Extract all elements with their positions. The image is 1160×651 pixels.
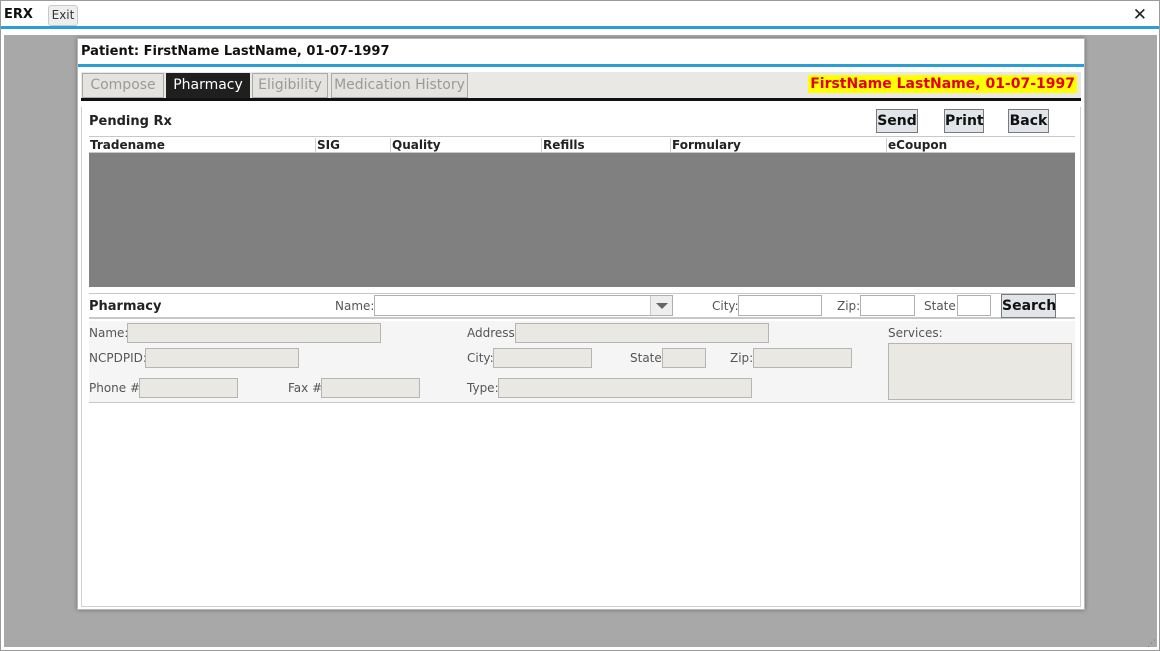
detail-address-label: Address:: [467, 326, 519, 340]
column-header-formulary[interactable]: Formulary: [670, 138, 886, 153]
chevron-down-icon[interactable]: [650, 296, 672, 315]
detail-phone-label: Phone #:: [89, 381, 145, 395]
pharmacy-search-bar: Pharmacy Name: City: Zip: State: Search: [89, 293, 1075, 319]
search-button[interactable]: Search: [1001, 294, 1056, 318]
detail-type-field: [498, 378, 752, 398]
pharmacy-name-label: Name:: [335, 299, 375, 313]
detail-zip-label: Zip:: [730, 351, 754, 365]
print-button[interactable]: Print: [944, 109, 984, 133]
pending-rx-grid-header: Tradename SIG Quality Refills Formulary …: [89, 136, 1075, 153]
detail-ncpdpid-label: NCPDPID:: [89, 351, 147, 365]
erx-window: ERX Exit ✕ ⋰ Patient: FirstName LastName…: [0, 0, 1160, 651]
pending-rx-grid-body[interactable]: [89, 153, 1075, 287]
zip-search-label: Zip:: [837, 299, 861, 313]
pharmacy-section-title: Pharmacy: [89, 299, 162, 314]
detail-address-field: [515, 323, 769, 343]
app-title: ERX: [4, 7, 33, 22]
detail-type-label: Type:: [467, 381, 499, 395]
detail-city-label: City:: [467, 351, 494, 365]
tab-pharmacy[interactable]: Pharmacy: [166, 73, 250, 98]
city-search-label: City:: [712, 299, 739, 313]
column-header-tradename[interactable]: Tradename: [89, 138, 315, 153]
pharmacy-details: Name: Address: Services: NCPDPID: City: …: [89, 321, 1075, 403]
send-button[interactable]: Send: [876, 109, 918, 133]
detail-city-field: [493, 348, 592, 368]
column-header-sig[interactable]: SIG: [315, 138, 390, 153]
title-bar: ERX Exit ✕: [1, 1, 1159, 29]
tab-medication-history[interactable]: Medication History: [331, 73, 468, 98]
detail-state-label: State:: [630, 351, 666, 365]
state-search-input[interactable]: [957, 295, 991, 316]
state-search-label: State:: [924, 299, 960, 313]
detail-zip-field: [753, 348, 852, 368]
detail-phone-field: [139, 378, 238, 398]
detail-state-field: [662, 348, 706, 368]
back-button[interactable]: Back: [1008, 109, 1049, 133]
detail-ncpdpid-field: [145, 348, 299, 368]
detail-services-label: Services:: [888, 326, 943, 340]
patient-header-text: Patient: FirstName LastName, 01-07-1997: [81, 44, 390, 59]
exit-button[interactable]: Exit: [48, 5, 78, 26]
close-icon[interactable]: ✕: [1133, 5, 1147, 25]
pharmacy-tab-content: Pending Rx Send Print Back Tradename SIG…: [81, 107, 1081, 607]
detail-name-field: [127, 323, 381, 343]
detail-services-field: [888, 343, 1072, 400]
zip-search-input[interactable]: [860, 295, 915, 316]
tab-eligibility[interactable]: Eligibility: [252, 73, 328, 98]
detail-fax-field: [321, 378, 420, 398]
patient-banner: FirstName LastName, 01-07-1997: [808, 75, 1077, 93]
column-header-quality[interactable]: Quality: [390, 138, 541, 153]
resize-grip-icon[interactable]: ⋰: [1147, 639, 1157, 649]
pharmacy-name-combobox[interactable]: [374, 295, 673, 316]
tab-compose[interactable]: Compose: [82, 73, 164, 98]
city-search-input[interactable]: [738, 295, 822, 316]
detail-name-label: Name:: [89, 326, 129, 340]
column-header-ecoupon[interactable]: eCoupon: [886, 138, 1075, 153]
erx-panel: Patient: FirstName LastName, 01-07-1997 …: [77, 38, 1085, 610]
patient-header: Patient: FirstName LastName, 01-07-1997: [78, 39, 1084, 67]
column-header-refills[interactable]: Refills: [541, 138, 670, 153]
pending-rx-title: Pending Rx: [89, 114, 172, 129]
tab-bar: Compose Pharmacy Eligibility Medication …: [81, 72, 1081, 101]
